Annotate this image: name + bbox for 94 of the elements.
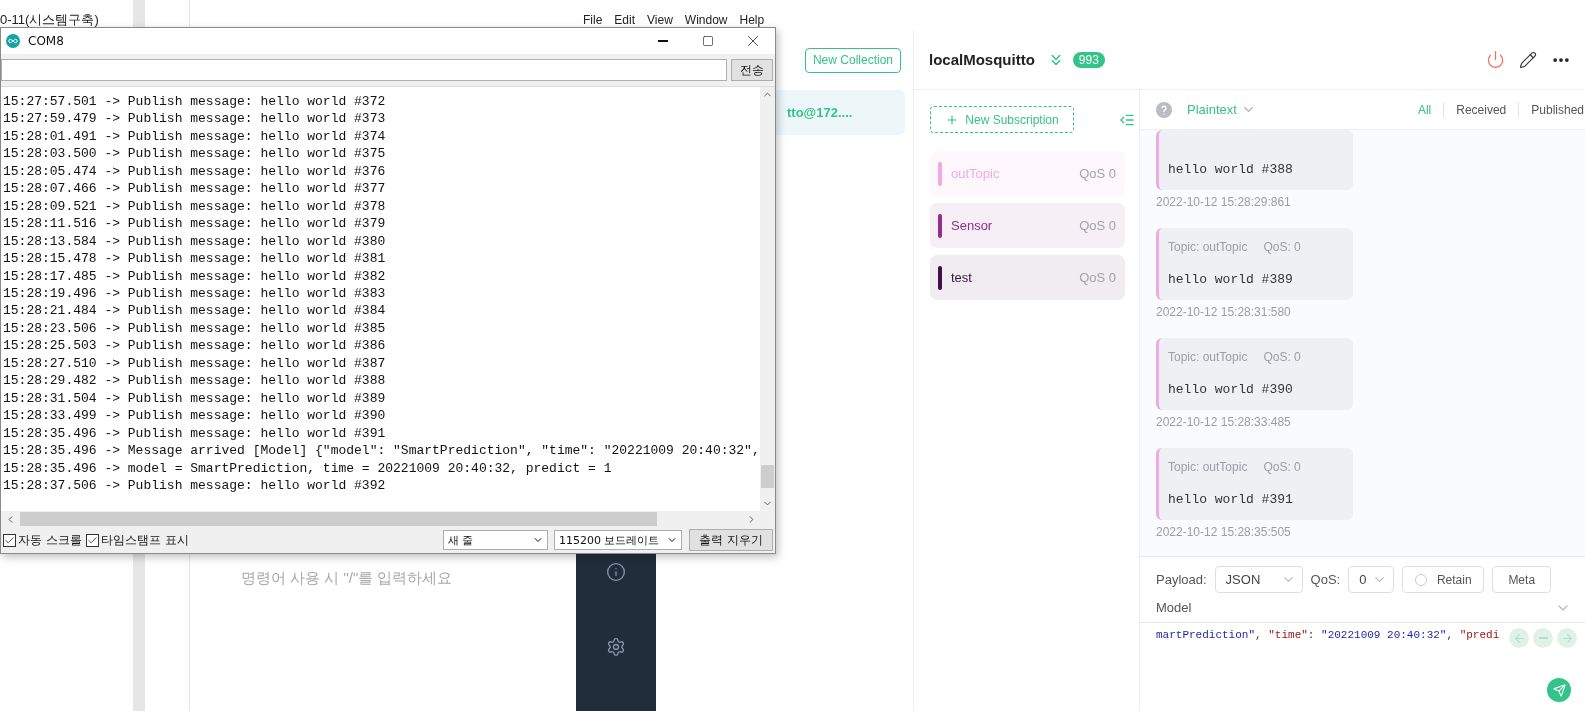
message-time: 2022-10-12 15:28:35:505 xyxy=(1156,524,1292,540)
clear-output-button[interactable]: 출력 지우기 xyxy=(689,529,773,551)
menu-item[interactable]: Edit xyxy=(614,12,636,30)
menu-item[interactable]: View xyxy=(647,12,673,30)
vertical-scrollbar[interactable] xyxy=(760,87,775,511)
serial-output-line: 15:28:01.491 -> Publish message: hello world #374 xyxy=(3,127,387,146)
serial-output-line: 15:28:13.584 -> Publish message: hello world #380 xyxy=(3,232,387,251)
send-input-field[interactable] xyxy=(1,59,727,81)
line-ending-select[interactable]: 새 줄 xyxy=(443,530,548,550)
arrow-left-icon xyxy=(1512,631,1526,645)
filter-tab[interactable]: Received xyxy=(1443,101,1519,118)
message-count: 993 xyxy=(1072,51,1105,68)
message-qos: QoS: 0 xyxy=(1263,239,1301,256)
retain-button[interactable]: Retain xyxy=(1402,566,1485,593)
power-icon[interactable] xyxy=(1486,50,1505,69)
checkbox[interactable]: 타임스탬프 표시 xyxy=(85,531,189,549)
send-icon xyxy=(1552,683,1566,697)
page-title[interactable]: 0-11(시스템구축) xyxy=(0,12,99,27)
plus-icon xyxy=(945,112,960,127)
serial-output-line: 15:28:37.506 -> Publish message: hello world #392 xyxy=(3,476,387,495)
message-time: 2022-10-12 15:28:33:485 xyxy=(1156,414,1292,430)
arrow-right-icon xyxy=(1560,631,1574,645)
serial-output-line: 15:28:29.482 -> Publish message: hello world #388 xyxy=(3,372,387,390)
window-title: COM8 xyxy=(28,34,64,48)
horizontal-scrollbar[interactable] xyxy=(1,511,775,527)
serial-output-line: 15:28:27.510 -> Publish message: hello world #387 xyxy=(3,354,387,373)
serial-output-line: 15:28:31.504 -> Publish message: hello world #389 xyxy=(3,389,387,408)
minimize-icon xyxy=(657,40,668,42)
connection-name: localMosquitto xyxy=(929,51,1035,68)
serial-output-line: 15:28:03.500 -> Publish message: hello world #375 xyxy=(3,145,387,163)
serial-output-line: 15:28:07.466 -> Publish message: hello world #377 xyxy=(3,180,387,198)
menu-item[interactable]: Window xyxy=(684,12,728,30)
serial-output-line: 15:28:05.474 -> Publish message: hello world #376 xyxy=(3,162,387,181)
qos-select[interactable]: 0 xyxy=(1348,566,1395,593)
meta-button[interactable]: Meta xyxy=(1492,566,1552,593)
serial-output-line: 15:28:23.506 -> Publish message: hello world #385 xyxy=(3,319,387,338)
payload-type-select[interactable]: JSON xyxy=(1214,566,1303,593)
serial-output-line: 15:28:11.516 -> Publish message: hello world #379 xyxy=(3,215,387,233)
serial-output-line: 15:28:21.484 -> Publish message: hello world #384 xyxy=(3,302,387,320)
message-payload: hello world #391 xyxy=(1168,491,1294,509)
qos-label: QoS: xyxy=(1310,572,1341,587)
serial-output-line: 15:27:57.501 -> Publish message: hello world #372 xyxy=(3,93,387,111)
message-topic: Topic: outTopic xyxy=(1168,349,1248,366)
serial-output-line: 15:28:19.496 -> Publish message: hello world #383 xyxy=(3,285,387,303)
message-qos: QoS: 0 xyxy=(1263,459,1301,476)
menu-item[interactable]: Help xyxy=(739,12,765,30)
message-payload: hello world #389 xyxy=(1168,271,1294,289)
next-button[interactable] xyxy=(1557,628,1577,648)
subscription-item[interactable]: Sensor QoS 0 xyxy=(930,203,1125,248)
filter-tab[interactable]: Published xyxy=(1518,101,1585,118)
subscription-topic: Sensor xyxy=(951,218,993,233)
serial-output-line: 15:28:15.478 -> Publish message: hello world #381 xyxy=(3,250,387,268)
maximize-icon xyxy=(701,35,714,47)
baud-rate-select[interactable]: 115200 보드레이트 xyxy=(554,530,682,550)
minus-icon xyxy=(1538,637,1548,639)
message-topic: Topic: outTopic xyxy=(1168,459,1248,476)
payload-code[interactable]: martPrediction", "time": "20221009 20:40:32", "predi xyxy=(1140,623,1585,642)
payload-label: Payload: xyxy=(1156,572,1207,587)
serial-output-line: 15:28:33.499 -> Publish message: hello world #390 xyxy=(3,407,387,425)
help-icon[interactable] xyxy=(1156,101,1172,118)
check-icon xyxy=(4,534,15,546)
message-payload: hello world #388 xyxy=(1168,161,1294,179)
topic-field[interactable]: Model xyxy=(1156,600,1192,615)
scrollbar-thumb[interactable] xyxy=(761,465,774,488)
edit-icon[interactable] xyxy=(1519,50,1537,69)
checkbox[interactable]: 자동 스크롤 xyxy=(3,531,82,549)
message-time: 2022-10-12 15:28:29:861 xyxy=(1156,194,1292,210)
message-topic: Topic: outTopic xyxy=(1168,239,1248,256)
serial-output-line: 15:28:25.503 -> Publish message: hello world #386 xyxy=(3,337,387,355)
scrollbar-thumb[interactable] xyxy=(20,512,657,526)
send-button[interactable] xyxy=(1547,678,1571,702)
minus-button[interactable] xyxy=(1533,628,1553,648)
serial-output-line: 15:28:35.496 -> Publish message: hello world #391 xyxy=(3,424,387,443)
serial-output-line: 15:27:59.479 -> Publish message: hello world #373 xyxy=(3,110,387,128)
message-payload: hello world #390 xyxy=(1168,381,1294,399)
serial-output-line: 15:28:17.485 -> Publish message: hello world #382 xyxy=(3,267,387,285)
subscription-qos: QoS 0 xyxy=(1079,218,1116,233)
message-qos: QoS: 0 xyxy=(1263,349,1301,366)
info-icon[interactable] xyxy=(606,562,626,582)
subscription-item[interactable]: test QoS 0 xyxy=(930,255,1125,300)
message-time: 2022-10-12 15:28:31:580 xyxy=(1156,304,1292,320)
check-icon xyxy=(86,534,98,546)
subscription-qos: QoS 0 xyxy=(1079,166,1116,181)
menu-item[interactable]: File xyxy=(583,12,603,30)
send-button[interactable]: 전송 xyxy=(731,59,773,81)
app-logo-icon xyxy=(6,34,20,48)
subscription-topic: test xyxy=(951,270,972,285)
serial-output-line: 15:28:09.521 -> Publish message: hello world #378 xyxy=(3,197,387,216)
serial-output-line: 15:28:35.496 -> Message arrived [Model] {"model": "SmartPrediction", "time": "20221009 20:40:32", xyxy=(3,442,760,460)
serial-output-line: 15:28:35.496 -> model = SmartPrediction, time = 20221009 20:40:32, predict = 1 xyxy=(3,459,613,477)
subscription-topic: outTopic xyxy=(951,166,1000,181)
previous-button[interactable] xyxy=(1509,628,1529,648)
subscription-qos: QoS 0 xyxy=(1079,270,1116,285)
settings-icon[interactable] xyxy=(606,637,626,657)
